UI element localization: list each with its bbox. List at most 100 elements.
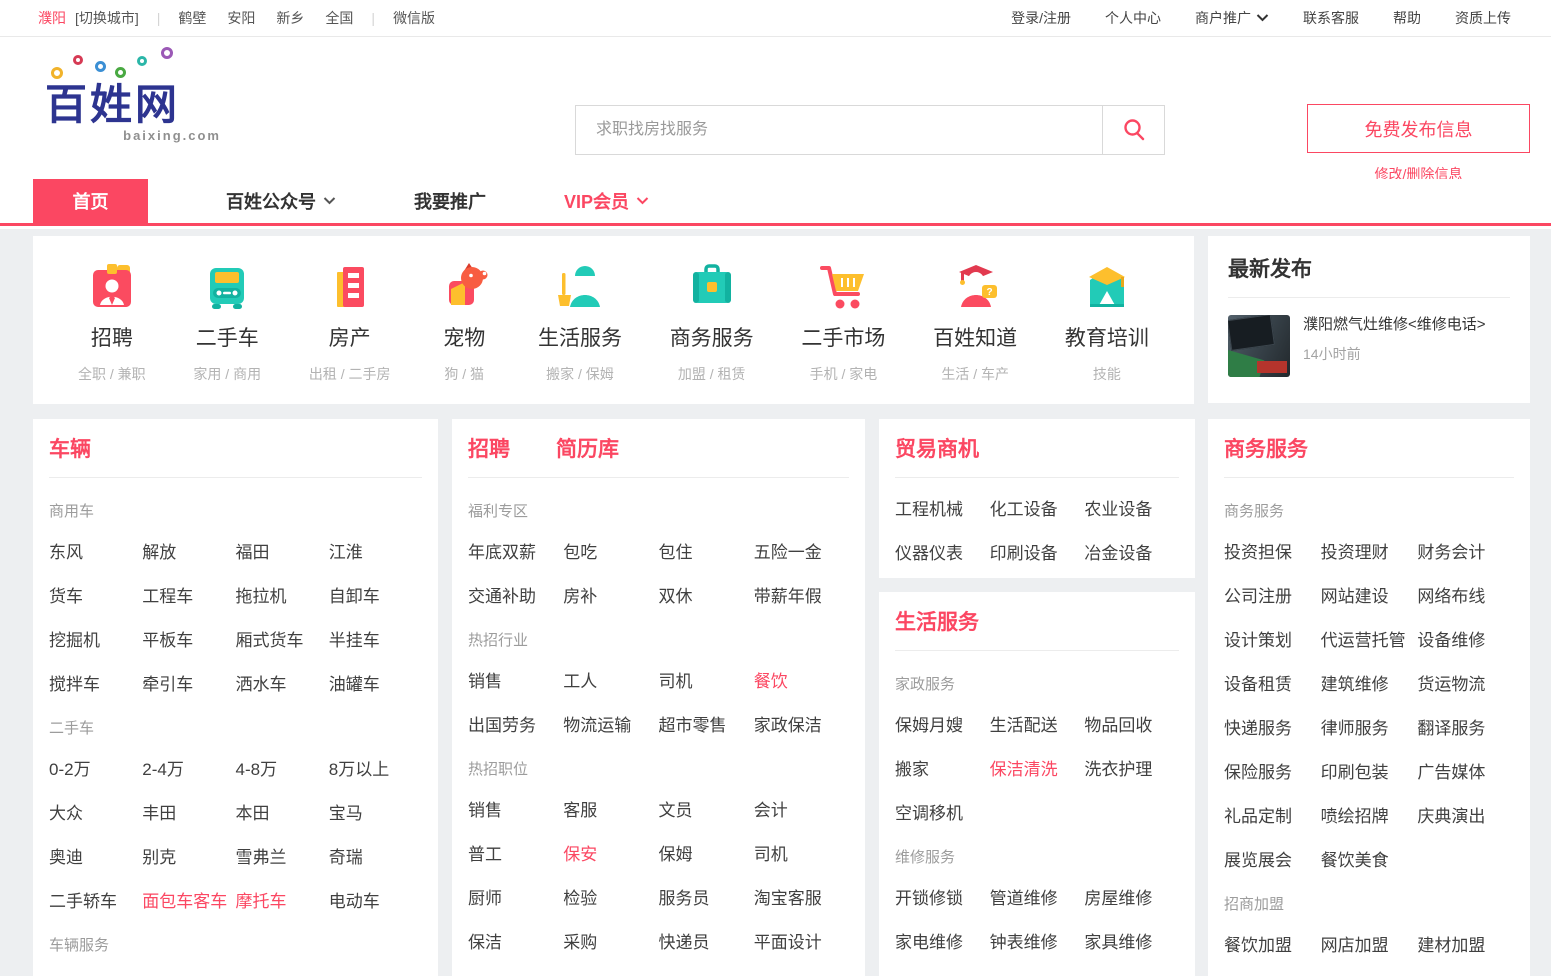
topbar-link[interactable]: 商户推广	[1195, 8, 1269, 28]
category-sublinks[interactable]: 出租 / 二手房	[309, 364, 391, 384]
category-link[interactable]: 快递服务	[1224, 714, 1321, 739]
category-link[interactable]: 网店加盟	[1321, 931, 1418, 956]
category-link[interactable]: 健身教练	[754, 972, 849, 976]
nearby-city-link[interactable]: 安阳	[227, 8, 255, 28]
category-link[interactable]: 礼品定制	[1224, 802, 1321, 827]
category-link[interactable]: 保姆	[659, 840, 754, 865]
category-link[interactable]: 保洁清洗	[990, 755, 1085, 780]
list-item[interactable]: 濮阳燃气灶维修<维修电话> 14小时前	[1228, 315, 1510, 377]
category-link[interactable]: 快递员	[659, 928, 754, 953]
category-link[interactable]: 服务员	[659, 884, 754, 909]
category-link[interactable]: 仪器仪表	[895, 539, 990, 564]
category-link[interactable]: 平板车	[142, 626, 235, 651]
category-link[interactable]: 设计策划	[1224, 626, 1321, 651]
category-link[interactable]: 客服	[563, 796, 658, 821]
category-link[interactable]: 喷绘招牌	[1321, 802, 1418, 827]
category-badge[interactable]: 招聘全职 / 兼职	[78, 261, 146, 404]
nav-tab[interactable]: 百姓公众号	[226, 179, 336, 223]
topbar-link[interactable]: 联系客服	[1303, 8, 1359, 28]
category-person[interactable]: 生活服务搬家 / 保姆	[538, 261, 622, 404]
listing-title[interactable]: 濮阳燃气灶维修<维修电话>	[1303, 315, 1486, 335]
category-link[interactable]: 大众	[49, 799, 142, 824]
category-link[interactable]: 保安	[563, 840, 658, 865]
nav-tab[interactable]: 我要推广	[414, 179, 486, 223]
category-link[interactable]: 拖拉机	[236, 582, 329, 607]
category-link[interactable]: 保姆月嫂	[895, 711, 990, 736]
category-link[interactable]: 挖掘机	[49, 626, 142, 651]
category-link[interactable]: 销售	[468, 667, 563, 692]
category-link[interactable]: 宝马	[329, 799, 422, 824]
category-link[interactable]: 奇瑞	[329, 843, 422, 868]
category-link[interactable]: 2-4万	[142, 755, 235, 780]
category-link[interactable]: 广告媒体	[1417, 758, 1514, 783]
category-link[interactable]: 家政保洁	[754, 711, 849, 736]
category-link[interactable]: 平面设计	[754, 928, 849, 953]
category-link[interactable]: 厨师	[468, 884, 563, 909]
category-link[interactable]: 货车	[49, 582, 142, 607]
category-link[interactable]: 搬家	[895, 755, 990, 780]
category-graduate[interactable]: ?百姓知道生活 / 车产	[933, 261, 1017, 404]
category-link[interactable]: 保险服务	[1224, 758, 1321, 783]
category-link[interactable]: 超市零售	[659, 711, 754, 736]
category-link[interactable]: 设备租赁	[1224, 670, 1321, 695]
topbar-link[interactable]: 资质上传	[1455, 8, 1511, 28]
category-link[interactable]: 牵引车	[142, 670, 235, 695]
category-link[interactable]: 奥迪	[49, 843, 142, 868]
category-school[interactable]: 教育培训技能	[1065, 261, 1149, 404]
category-link[interactable]: 空调移机	[895, 799, 990, 824]
category-link[interactable]: 厢式货车	[236, 626, 329, 651]
category-link[interactable]: 房补	[563, 582, 658, 607]
category-link[interactable]: 律师服务	[1321, 714, 1418, 739]
category-link[interactable]: 美发	[468, 972, 563, 976]
category-link[interactable]: 建材加盟	[1417, 931, 1514, 956]
category-dog[interactable]: 宠物狗 / 猫	[438, 261, 490, 404]
category-link[interactable]: 货运物流	[1417, 670, 1514, 695]
category-link[interactable]: 钟表维修	[990, 928, 1085, 953]
category-sublinks[interactable]: 搬家 / 保姆	[538, 364, 622, 384]
category-link[interactable]: 生活配送	[990, 711, 1085, 736]
category-link[interactable]: 工人	[563, 667, 658, 692]
nearby-city-link[interactable]: 鹤壁	[178, 8, 206, 28]
category-link[interactable]: 面包车客车	[142, 887, 235, 912]
category-link[interactable]: 淘宝客服	[754, 884, 849, 909]
category-link[interactable]: 洗衣护理	[1084, 755, 1179, 780]
category-link[interactable]: 采购	[563, 928, 658, 953]
category-link[interactable]: 公司注册	[1224, 582, 1321, 607]
category-briefcase[interactable]: 商务服务加盟 / 租赁	[670, 261, 754, 404]
category-link[interactable]: 带薪年假	[754, 582, 849, 607]
wechat-version-link[interactable]: 微信版	[393, 8, 435, 28]
section-heading-link[interactable]: 车辆	[49, 437, 91, 462]
category-link[interactable]: 工程机械	[895, 495, 990, 520]
category-link[interactable]: 设备维修	[1417, 626, 1514, 651]
category-link[interactable]: 销售	[468, 796, 563, 821]
category-link[interactable]: 管道维修	[990, 884, 1085, 909]
category-link[interactable]: 工程车	[142, 582, 235, 607]
category-link[interactable]: 房屋维修	[1084, 884, 1179, 909]
category-link[interactable]: 电动车	[329, 887, 422, 912]
category-link[interactable]: 投资担保	[1224, 538, 1321, 563]
category-link[interactable]: 本田	[236, 799, 329, 824]
topbar-link[interactable]: 个人中心	[1105, 8, 1161, 28]
category-link[interactable]: 庆典演出	[1417, 802, 1514, 827]
category-link[interactable]: 0-2万	[49, 755, 142, 780]
current-city-link[interactable]: 濮阳	[38, 8, 66, 28]
category-link[interactable]: 检验	[563, 884, 658, 909]
nearby-city-link[interactable]: 全国	[325, 8, 353, 28]
category-link[interactable]: 代运营托管	[1321, 626, 1418, 651]
category-link[interactable]: 物流运输	[563, 711, 658, 736]
category-link[interactable]: 投资理财	[1321, 538, 1418, 563]
category-link[interactable]: 印刷包装	[1321, 758, 1418, 783]
category-link[interactable]: 保洁	[468, 928, 563, 953]
category-sublinks[interactable]: 生活 / 车产	[933, 364, 1017, 384]
category-link[interactable]: 普工	[468, 840, 563, 865]
search-button[interactable]	[1102, 106, 1164, 154]
category-link[interactable]: 包住	[659, 538, 754, 563]
category-link[interactable]: 半挂车	[329, 626, 422, 651]
category-link[interactable]: 双休	[659, 582, 754, 607]
category-link[interactable]: 餐饮美食	[1321, 846, 1418, 871]
category-link[interactable]: 物品回收	[1084, 711, 1179, 736]
section-heading-link[interactable]: 简历库	[556, 437, 619, 462]
category-link[interactable]: 翻译服务	[1417, 714, 1514, 739]
category-link[interactable]: 贷款购车	[49, 972, 142, 976]
nearby-city-link[interactable]: 新乡	[276, 8, 304, 28]
